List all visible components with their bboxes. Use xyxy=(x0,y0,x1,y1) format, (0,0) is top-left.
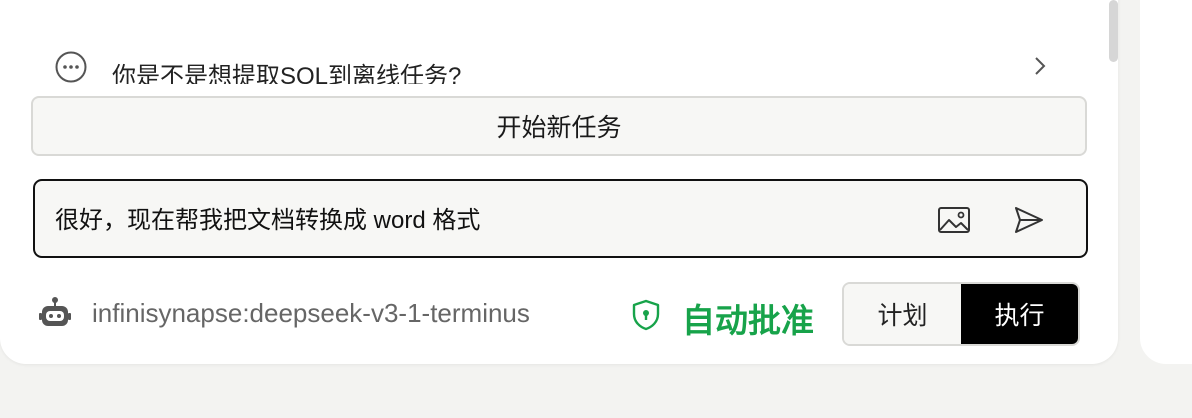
execute-mode-button[interactable]: 执行 xyxy=(961,284,1078,344)
suggestion-item[interactable]: 你是不是想提取SQL到离线任务? xyxy=(54,44,1054,84)
robot-icon xyxy=(39,297,71,326)
auto-approve-toggle[interactable]: 自动批准 xyxy=(682,294,814,342)
new-task-button[interactable]: 开始新任务 xyxy=(31,96,1087,156)
footer-bar: infinisynapse:deepseek-v3-1-terminus 自动批… xyxy=(0,282,1118,346)
send-icon[interactable] xyxy=(1013,205,1045,235)
plan-mode-button[interactable]: 计划 xyxy=(844,284,961,344)
model-selector[interactable]: infinisynapse:deepseek-v3-1-terminus xyxy=(92,298,530,329)
shield-icon xyxy=(632,299,660,331)
suggestion-text: 你是不是想提取SQL到离线任务? xyxy=(112,63,462,84)
side-panel xyxy=(1140,0,1192,364)
image-icon[interactable] xyxy=(937,205,971,235)
chevron-right-icon xyxy=(1035,57,1046,75)
scrollbar-thumb[interactable] xyxy=(1109,0,1118,62)
chat-input[interactable] xyxy=(55,203,915,231)
chat-input-box[interactable] xyxy=(33,179,1088,258)
mode-toggle: 计划 执行 xyxy=(842,282,1080,346)
chat-dots-icon xyxy=(55,51,87,83)
